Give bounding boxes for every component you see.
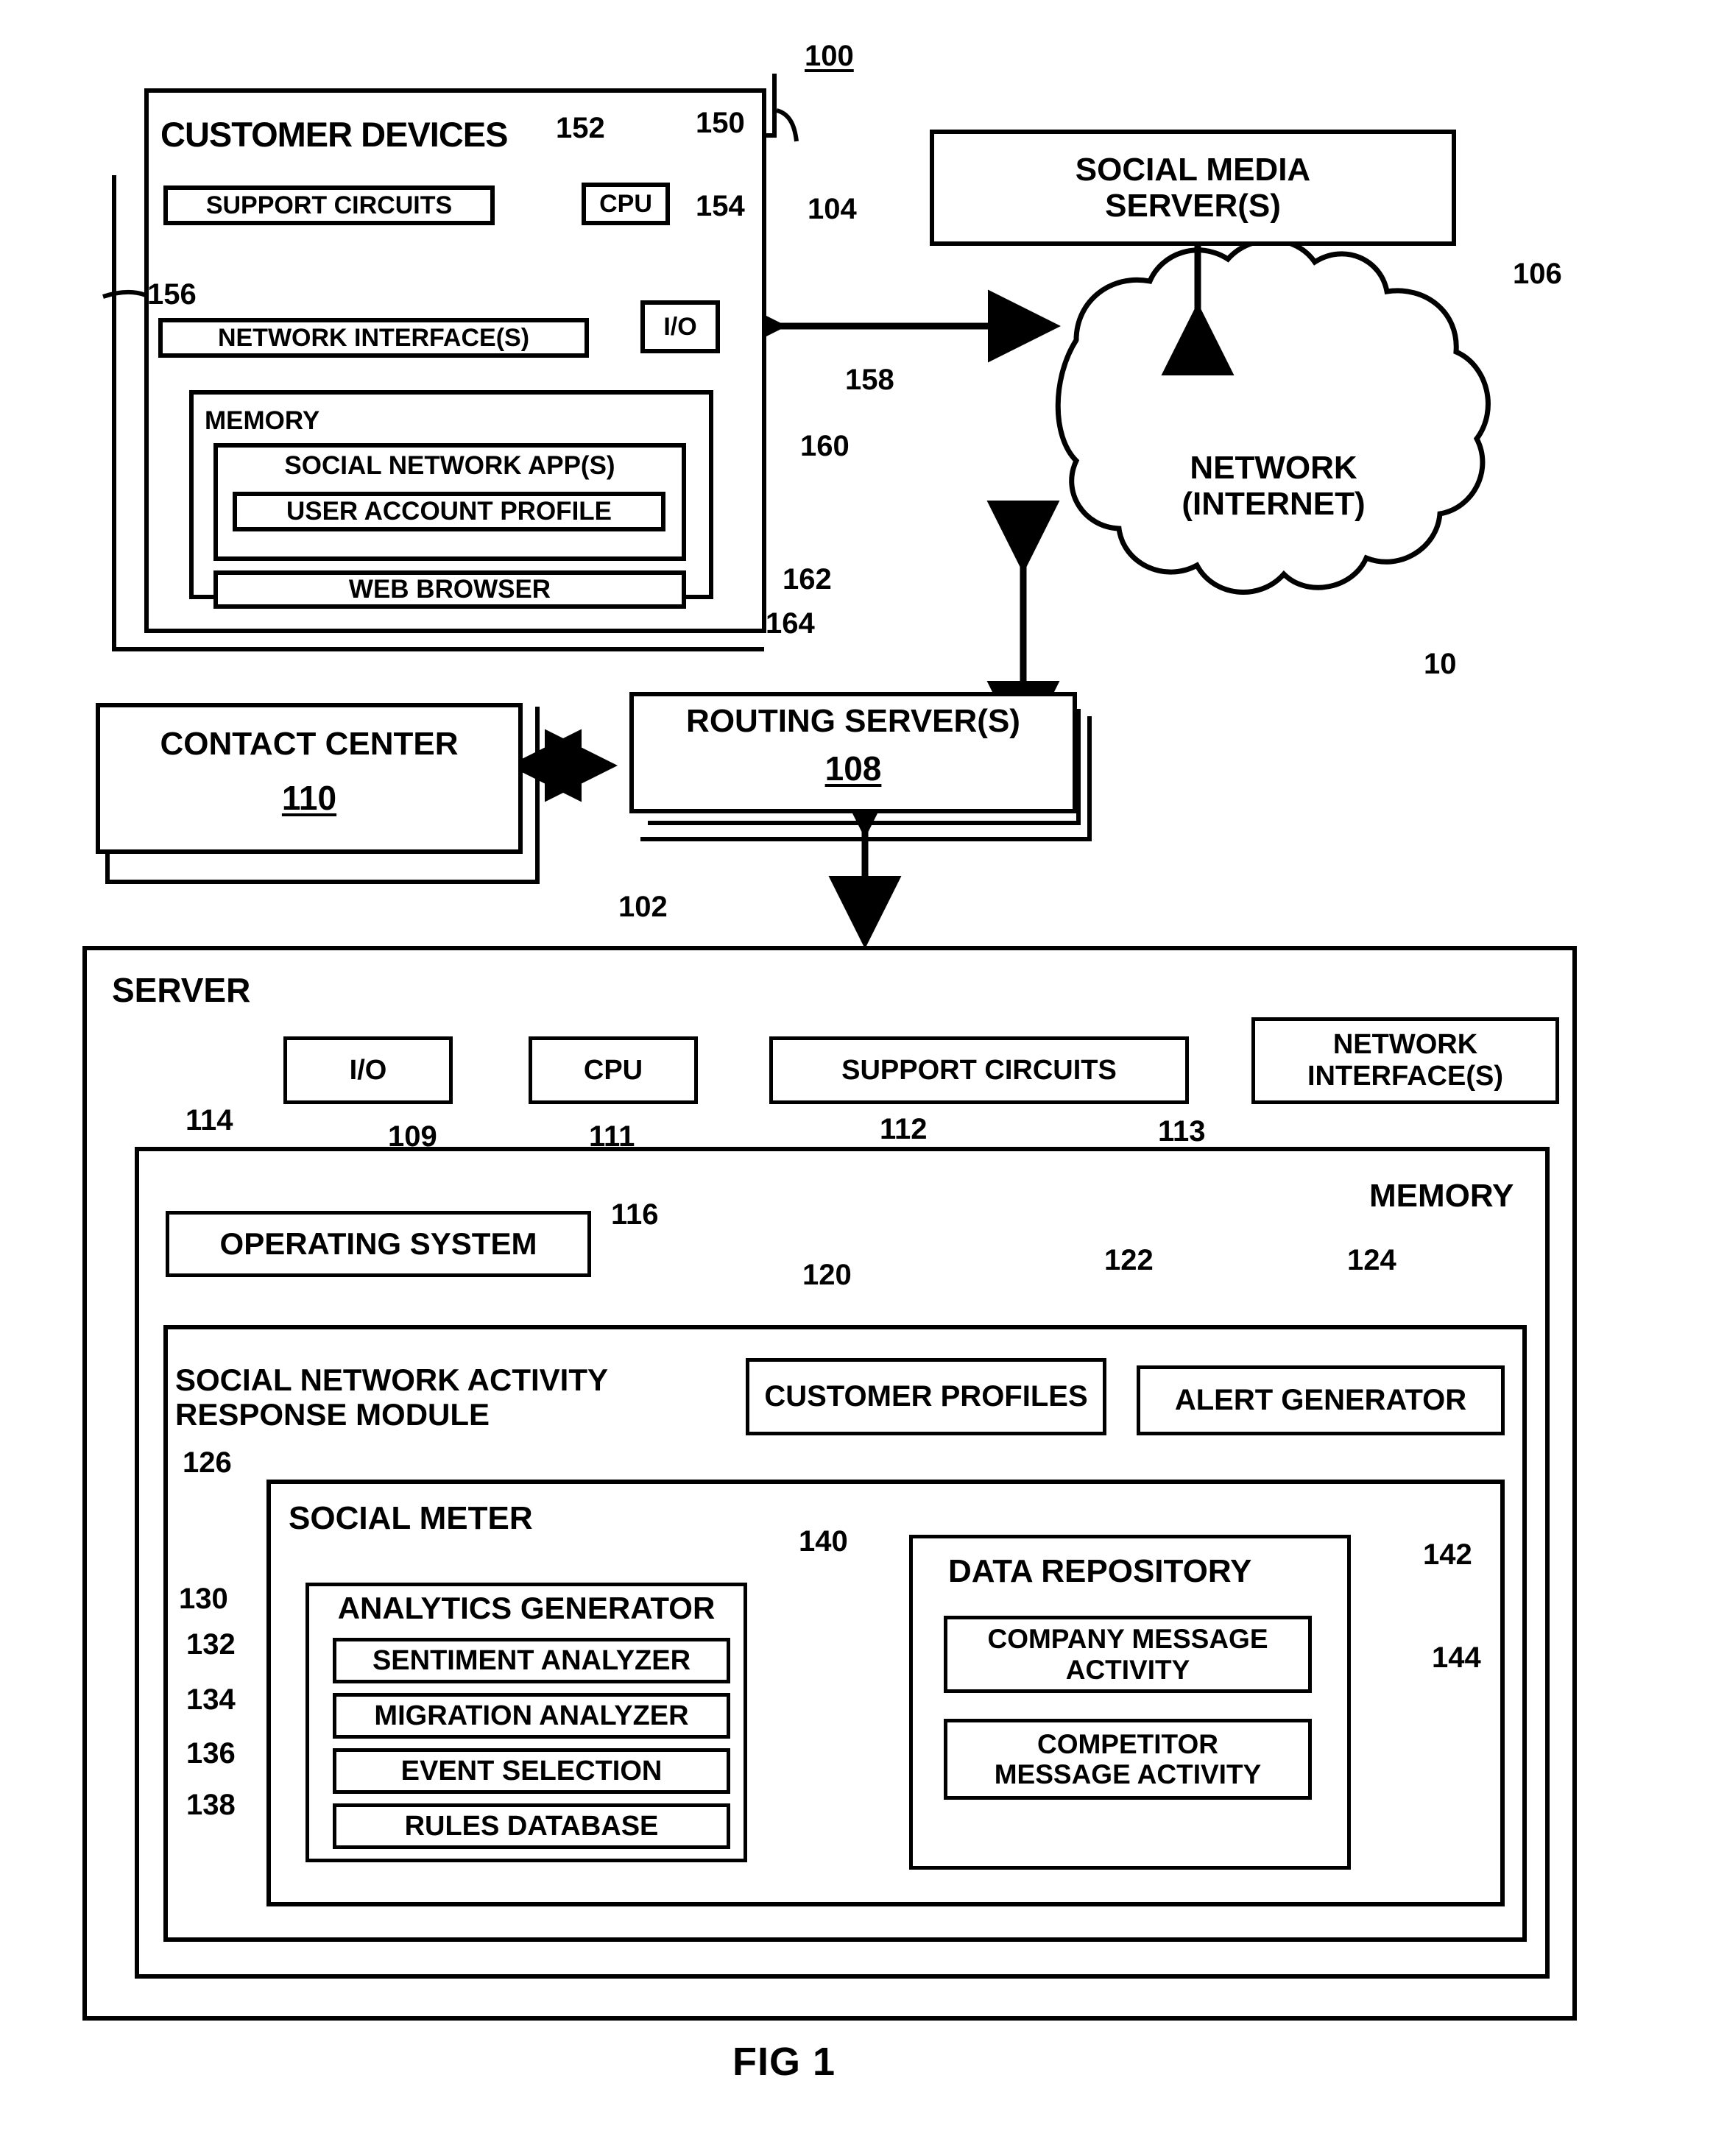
ref-142: 142 [1423, 1538, 1472, 1571]
ref-116: 116 [611, 1198, 659, 1231]
event-selection-label: EVENT SELECTION [400, 1755, 663, 1786]
operating-system-label: OPERATING SYSTEM [219, 1226, 537, 1262]
web-browser-label: WEB BROWSER [348, 575, 551, 604]
user-account-profile-label: USER ACCOUNT PROFILE [286, 497, 612, 526]
ref-164: 164 [766, 607, 815, 640]
ref-134: 134 [186, 1683, 236, 1716]
ref-108: 108 [824, 749, 882, 788]
ref-150: 150 [696, 107, 745, 139]
server-title: SERVER [112, 971, 251, 1009]
ref-126: 126 [183, 1446, 232, 1479]
contact-center-label: CONTACT CENTER [160, 726, 459, 763]
company-message-activity-label: COMPANY MESSAGE ACTIVITY [987, 1624, 1268, 1685]
server-network-interfaces-label: NETWORK INTERFACE(S) [1307, 1029, 1503, 1092]
ref-154: 154 [696, 190, 745, 222]
network-cloud-label: NETWORK (INTERNET) [1182, 449, 1366, 522]
customer-memory-title: MEMORY [205, 406, 320, 435]
ref-112: 112 [880, 1113, 928, 1145]
ref-110: 110 [281, 779, 337, 818]
ref-120: 120 [802, 1259, 852, 1291]
alert-generator-label: ALERT GENERATOR [1174, 1384, 1467, 1417]
customer-io-label: I/O [663, 312, 697, 341]
ref-156: 156 [147, 278, 197, 311]
ref-124: 124 [1347, 1244, 1396, 1276]
ref-140: 140 [799, 1525, 848, 1558]
migration-analyzer-label: MIGRATION ANALYZER [374, 1700, 689, 1731]
ref-10: 10 [1424, 648, 1457, 680]
server-cpu-label: CPU [583, 1054, 643, 1086]
server-io-label: I/O [349, 1054, 387, 1086]
ref-106: 106 [1513, 258, 1562, 290]
server-support-circuits-label: SUPPORT CIRCUITS [841, 1054, 1117, 1086]
ref-160: 160 [800, 430, 850, 462]
figure-caption: FIG 1 [732, 2040, 836, 2084]
competitor-message-activity-label: COMPETITOR MESSAGE ACTIVITY [994, 1728, 1262, 1789]
ref-114: 114 [186, 1104, 233, 1137]
ref-130: 130 [179, 1583, 228, 1615]
ref-136: 136 [186, 1737, 236, 1770]
ref-113: 113 [1158, 1115, 1206, 1148]
analytics-generator-label: ANALYTICS GENERATOR [337, 1591, 716, 1626]
customer-network-interfaces-label: NETWORK INTERFACE(S) [217, 323, 530, 352]
ref-122: 122 [1104, 1244, 1154, 1276]
ref-152: 152 [556, 112, 605, 144]
customer-profiles-label: CUSTOMER PROFILES [764, 1380, 1088, 1413]
ref-132: 132 [186, 1628, 236, 1661]
ref-138: 138 [186, 1789, 236, 1821]
ref-104: 104 [808, 193, 857, 225]
social-media-servers-label: SOCIAL MEDIA SERVER(S) [1075, 151, 1311, 224]
social-meter-title: SOCIAL METER [289, 1500, 533, 1536]
data-repository-title: DATA REPOSITORY [948, 1553, 1252, 1589]
ref-102: 102 [618, 891, 668, 923]
ref-158: 158 [845, 364, 894, 396]
rules-database-label: RULES DATABASE [404, 1810, 659, 1842]
ref-162: 162 [783, 563, 832, 595]
customer-devices-title: CUSTOMER DEVICES [160, 115, 508, 154]
routing-servers-label: ROUTING SERVER(S) [686, 703, 1020, 740]
ref-100: 100 [805, 40, 854, 72]
customer-support-circuits-label: SUPPORT CIRCUITS [205, 191, 453, 219]
ref-144: 144 [1432, 1641, 1481, 1674]
sentiment-analyzer-label: SENTIMENT ANALYZER [372, 1644, 691, 1676]
social-network-apps-label: SOCIAL NETWORK APP(S) [284, 451, 615, 481]
server-memory-title: MEMORY [1369, 1178, 1514, 1214]
customer-cpu-label: CPU [599, 189, 652, 218]
patent-figure-1: CUSTOMER DEVICES SUPPORT CIRCUITS CPU I/… [0, 0, 1727, 2156]
response-module-label: SOCIAL NETWORK ACTIVITY RESPONSE MODULE [175, 1362, 608, 1432]
